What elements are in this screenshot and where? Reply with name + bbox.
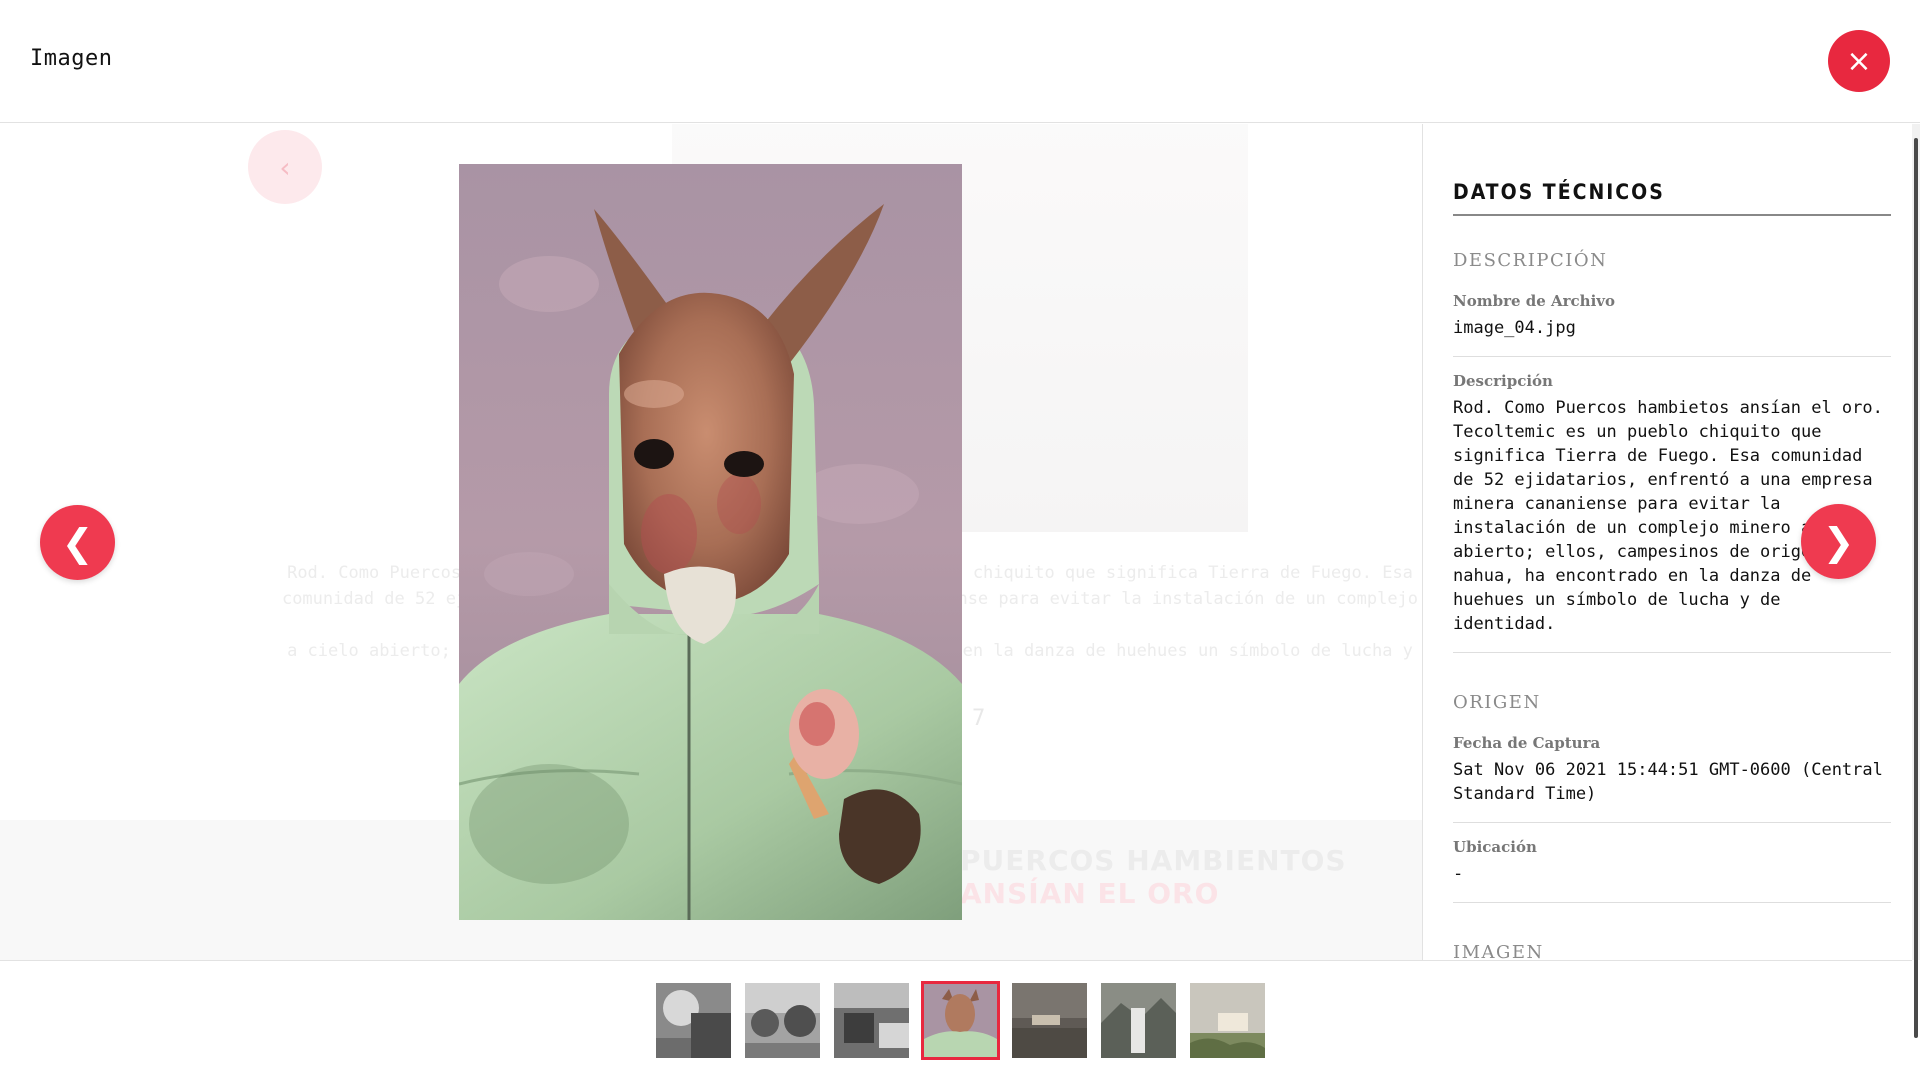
thumbnail-image <box>924 984 997 1057</box>
thumbnail[interactable] <box>1101 983 1176 1058</box>
capture-date-label: Fecha de Captura <box>1453 734 1601 752</box>
thumbnail-image <box>834 983 909 1058</box>
location-value: - <box>1453 864 1464 884</box>
divider <box>1453 356 1891 357</box>
main-image <box>459 164 962 920</box>
thumbnail[interactable] <box>656 983 731 1058</box>
file-name-value: image_04.jpg <box>1453 318 1576 338</box>
location-label: Ubicación <box>1453 838 1537 856</box>
panel-title: DATOS TÉCNICOS <box>1453 180 1891 216</box>
thumbnail-image <box>745 983 820 1058</box>
next-image-button[interactable]: ❯ <box>1801 504 1876 579</box>
thumbnail-strip <box>0 960 1912 1081</box>
thumbnail[interactable] <box>1012 983 1087 1058</box>
background-band-title: PUERCOS HAMBIENTOS ANSÍAN EL ORO <box>960 844 1422 910</box>
thumbnail-image <box>1190 983 1265 1058</box>
background-band-title-accent: ANSÍAN EL ORO <box>960 877 1220 910</box>
chevron-right-icon: ❯ <box>1822 519 1855 564</box>
thumbnail-active[interactable] <box>921 981 1000 1060</box>
divider <box>1453 902 1891 903</box>
masked-person-photo <box>459 164 962 920</box>
description-label: Descripción <box>1453 372 1553 390</box>
section-heading-origin: ORIGEN <box>1453 692 1541 713</box>
background-band-title-plain: PUERCOS HAMBIENTOS <box>960 844 1347 877</box>
file-name-label: Nombre de Archivo <box>1453 292 1615 310</box>
previous-image-button[interactable]: ❮ <box>40 505 115 580</box>
thumbnail-image <box>1012 983 1087 1058</box>
divider <box>1453 822 1891 823</box>
divider <box>1453 652 1891 653</box>
panel-scrollbar-thumb[interactable] <box>1914 138 1918 1038</box>
section-heading-description: DESCRIPCIÓN <box>1453 250 1608 271</box>
close-button[interactable]: × <box>1828 30 1890 92</box>
page-title: Imagen <box>30 46 113 71</box>
thumbnail-image <box>656 983 731 1058</box>
background-prev-arrow-icon: ‹ <box>248 130 322 204</box>
thumbnail-image <box>1101 983 1176 1058</box>
thumbnail[interactable] <box>745 983 820 1058</box>
background-page-number: 7 <box>972 706 986 731</box>
thumbnail[interactable] <box>834 983 909 1058</box>
chevron-left-icon: ❮ <box>61 520 94 565</box>
thumbnail[interactable] <box>1190 983 1265 1058</box>
close-icon: × <box>1846 43 1872 79</box>
viewer-header: Imagen × <box>0 0 1920 123</box>
capture-date-value: Sat Nov 06 2021 15:44:51 GMT-0600 (Centr… <box>1453 760 1883 804</box>
section-heading-image: IMAGEN <box>1453 942 1544 960</box>
